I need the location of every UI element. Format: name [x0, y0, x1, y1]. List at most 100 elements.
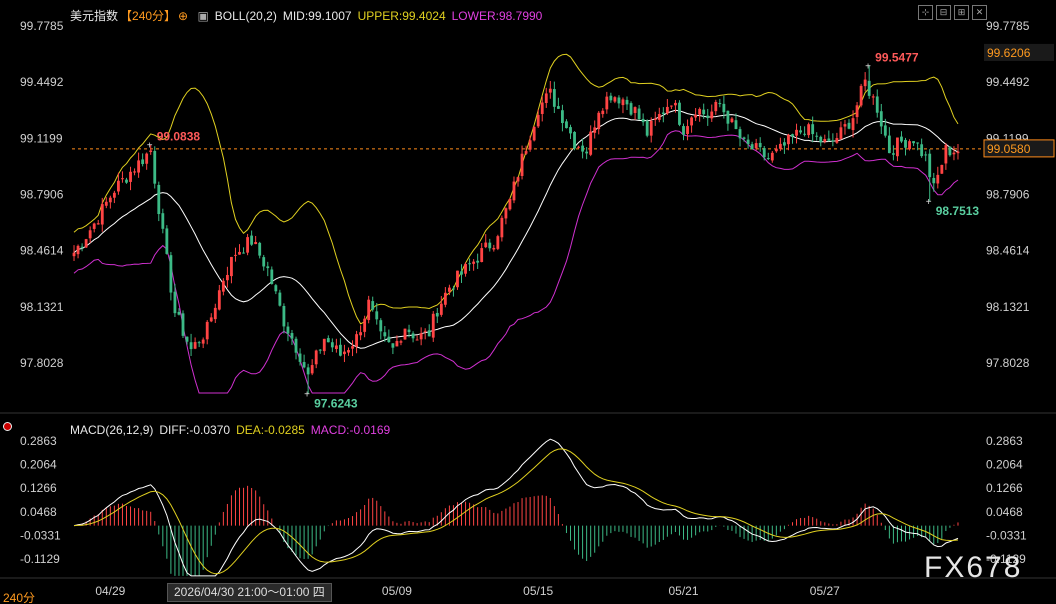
candle-body	[76, 245, 80, 255]
candle-body	[916, 142, 920, 144]
macd-tick-label-left: 0.0468	[20, 505, 57, 519]
macd-header: MACD(26,12,9) DIFF:-0.0370 DEA:-0.0285 MACD…	[70, 423, 396, 437]
macd-tick-label-left: -0.0331	[20, 528, 61, 542]
candle-body	[472, 261, 476, 264]
candle-body	[726, 110, 730, 124]
candle-body	[629, 103, 633, 115]
candle-body	[678, 102, 681, 125]
candle-body	[552, 89, 556, 107]
candle-body	[633, 107, 637, 113]
candle-body	[613, 97, 617, 102]
candle-body	[80, 246, 84, 248]
candle-body	[565, 121, 568, 129]
period-corner-label[interactable]: 240分	[3, 589, 35, 604]
candle-body	[702, 109, 706, 115]
candle-body	[484, 242, 488, 248]
candle-body	[799, 130, 802, 133]
current-price-badge-text: 99.0580	[987, 142, 1031, 156]
candle-body	[690, 117, 693, 126]
price-tick-label: 99.4492	[986, 75, 1030, 89]
candle-body	[125, 179, 128, 183]
price-tick-label: 98.1321	[986, 300, 1030, 314]
candle-body	[476, 260, 480, 263]
candle-body	[625, 99, 629, 105]
period-label: 【240分】	[120, 9, 177, 23]
candle-body	[468, 263, 471, 265]
candle-body	[266, 266, 270, 269]
candle-body	[649, 120, 653, 136]
candle-body	[117, 180, 120, 192]
extreme-marker: +	[304, 389, 310, 400]
extreme-marker: +	[926, 197, 932, 208]
close-icon[interactable]: ✕	[972, 5, 987, 20]
extreme-marker: +	[865, 61, 871, 72]
candle-body	[242, 252, 245, 254]
candle-body	[326, 338, 330, 343]
boll-lower: LOWER:98.7990	[451, 9, 543, 23]
candle-body	[657, 114, 661, 120]
candle-body	[221, 280, 225, 292]
candle-body	[774, 148, 778, 152]
candle-body	[387, 336, 391, 343]
candle-body	[189, 342, 193, 350]
boll-mid-line	[73, 109, 959, 349]
boll-mid: MID:99.1007	[282, 9, 352, 23]
candle-body	[516, 177, 520, 182]
candle-body	[339, 344, 342, 356]
extreme-value-label: 99.0838	[157, 129, 201, 143]
candle-body	[532, 126, 536, 141]
candle-body	[161, 213, 165, 229]
boll-upper: UPPER:99.4024	[357, 9, 446, 23]
candle-body	[411, 333, 415, 339]
candle-body	[415, 339, 419, 341]
candle-body	[863, 79, 867, 87]
candle-body	[286, 326, 290, 334]
macd-tick-label: 0.2863	[986, 434, 1023, 448]
candle-body	[234, 254, 237, 256]
extreme-value-label: 99.5477	[875, 50, 919, 64]
candle-body	[823, 139, 827, 142]
candle-body	[452, 288, 455, 290]
candle-body	[762, 148, 766, 158]
candle-body	[351, 346, 354, 349]
candle-body	[754, 143, 758, 149]
candle-body	[383, 332, 387, 337]
price-tick-label-left: 98.7906	[20, 188, 64, 202]
candle-body	[952, 152, 956, 155]
chart-window: 99.7785 99.7785 99.4492 99.4492 99.1199 99.11…	[0, 0, 1056, 604]
candle-body	[121, 178, 124, 180]
candle-body	[645, 120, 649, 136]
candle-body	[419, 333, 423, 340]
candle-body	[573, 131, 576, 149]
candle-body	[891, 153, 895, 155]
date-tick-label: 05/21	[668, 584, 698, 598]
candle-body	[375, 311, 379, 320]
indicator-dot-icon[interactable]	[3, 422, 12, 431]
candle-body	[137, 160, 141, 173]
add-icon[interactable]: ⊕	[178, 9, 188, 23]
candle-body	[407, 329, 411, 333]
candle-body	[306, 367, 310, 375]
candle-body	[431, 313, 435, 338]
macd-tick-label-left: -0.1129	[20, 552, 60, 566]
candle-body	[908, 141, 911, 150]
maximize-icon[interactable]: ⊞	[954, 5, 969, 20]
candle-body	[318, 349, 322, 351]
candle-body	[674, 102, 677, 106]
candle-body	[641, 118, 645, 123]
candle-body	[282, 305, 286, 327]
crosshair-icon[interactable]: ⊹	[918, 5, 933, 20]
candle-body	[609, 95, 613, 101]
candle-body	[492, 247, 496, 250]
candle-body	[72, 252, 76, 257]
candle-body	[770, 152, 774, 161]
candle-body	[423, 330, 427, 332]
candle-body	[835, 138, 839, 143]
candle-body	[569, 127, 572, 134]
candle-body	[399, 341, 403, 343]
candle-body	[96, 223, 100, 225]
candle-body	[225, 274, 229, 281]
candle-body	[561, 110, 564, 124]
minimize-icon[interactable]: ⊟	[936, 5, 951, 20]
candle-body	[250, 235, 254, 245]
